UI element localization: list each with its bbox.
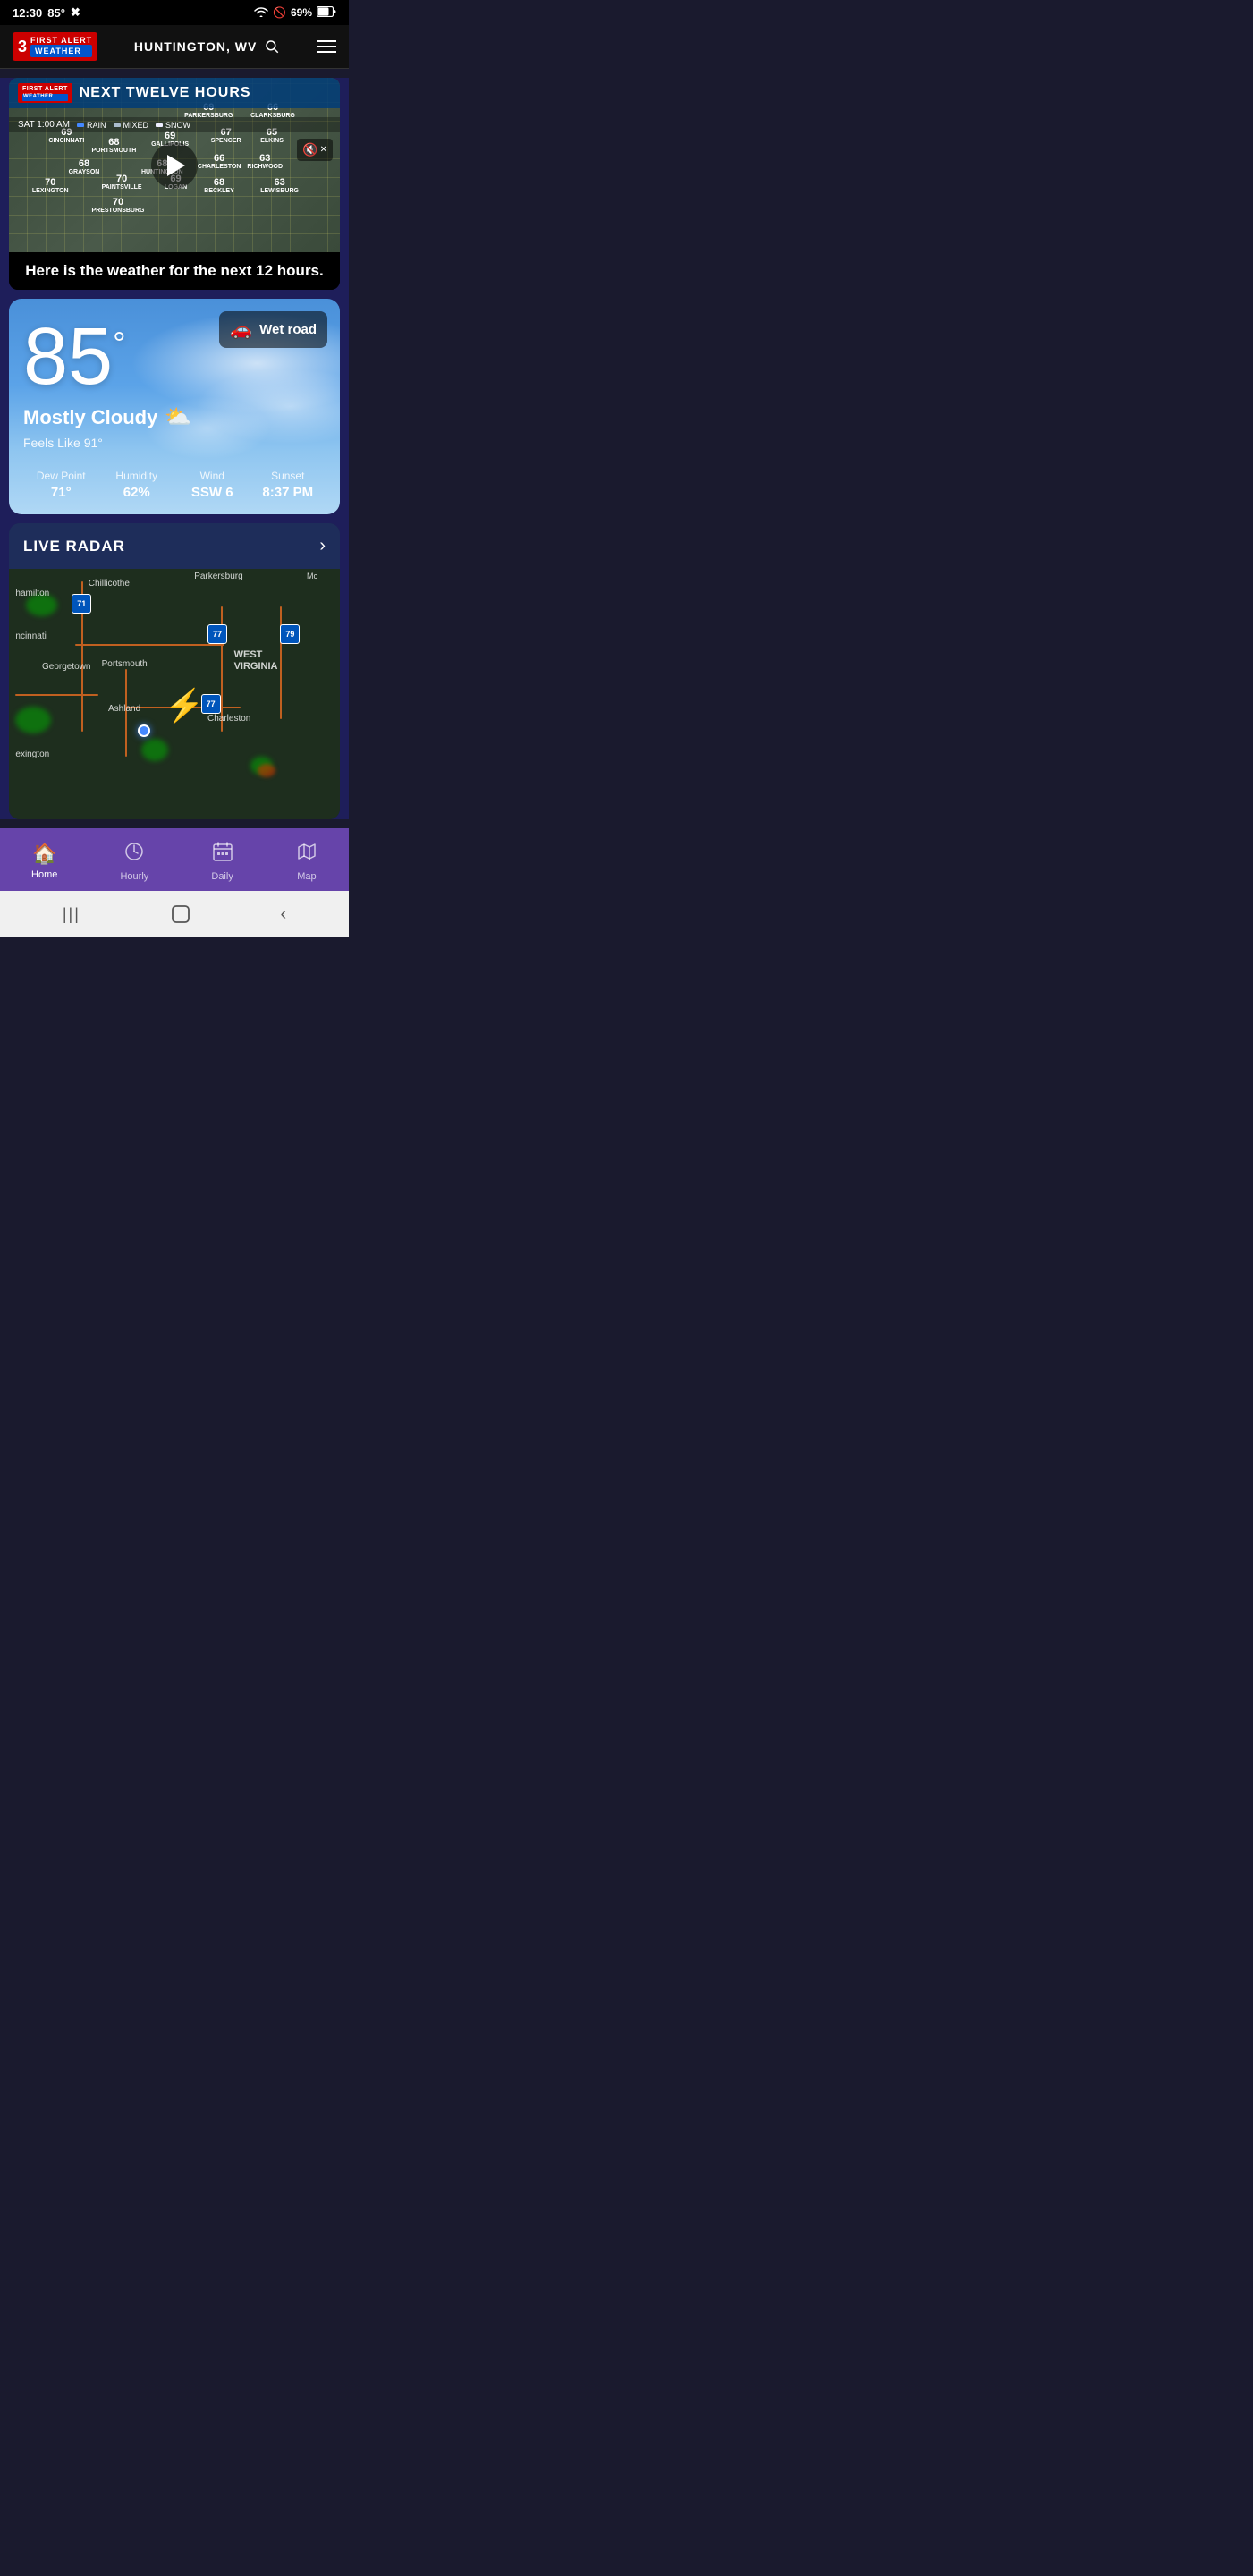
nav-hourly[interactable]: Hourly	[109, 837, 159, 886]
radar-chevron: ›	[319, 536, 326, 556]
road-h3	[15, 694, 98, 696]
rain-legend-dot	[77, 123, 84, 127]
nav-home[interactable]: 🏠 Home	[21, 839, 68, 884]
wifi-icon	[254, 6, 268, 20]
mute-icon: 🔇	[302, 142, 317, 157]
radar-section: LIVE RADAR › hamilton Chillicothe Parker…	[9, 523, 340, 819]
system-nav: ||| ‹	[0, 891, 349, 937]
city-beckley: 68 BECKLEY	[204, 177, 233, 194]
city-paintsville: 70 PAINTSVILLE	[102, 174, 142, 191]
nav-daily[interactable]: Daily	[200, 837, 243, 886]
wet-road-text: Wet road	[259, 322, 317, 337]
city-lexington: 70 LEXINGTON	[32, 177, 69, 194]
wet-road-icon: 🚗	[230, 318, 252, 341]
city-lewisburg: 63 LEWISBURG	[260, 177, 299, 194]
radar-city-georgetown: Georgetown	[42, 662, 90, 672]
video-section: 69 CINCINNATI 69 PARKERSBURG 66 CLARKSBU…	[9, 78, 340, 290]
battery-icon	[317, 6, 336, 20]
radar-city-mc: Mc	[307, 572, 317, 580]
logo-number: 3	[18, 38, 27, 56]
bottom-nav: 🏠 Home Hourly Daily	[0, 828, 349, 891]
lightning-icon: ⚡	[165, 687, 205, 724]
hourly-label: Hourly	[120, 871, 148, 882]
road-horizontal1	[75, 644, 224, 646]
logo-first-alert: FIRST ALERT	[30, 36, 92, 45]
daily-label: Daily	[211, 871, 233, 882]
main-content: 69 CINCINNATI 69 PARKERSBURG 66 CLARKSBU…	[0, 78, 349, 819]
snow-legend-dot	[156, 123, 163, 127]
video-title: NEXT TWELVE HOURS	[80, 85, 251, 101]
status-right: 🚫 69%	[254, 6, 336, 20]
play-button[interactable]	[151, 142, 198, 189]
wet-road-badge: 🚗 Wet road	[219, 311, 327, 348]
logo-box: 3 FIRST ALERT WEATHER	[13, 32, 97, 61]
weather-card: 🚗 Wet road 85 ° Mostly Cloudy ⛅ Feels Li…	[9, 299, 340, 514]
do-not-disturb-icon: 🚫	[273, 6, 286, 19]
radar-city-chillicothe: Chillicothe	[89, 579, 130, 589]
radar-city-wv: WESTVIRGINIA	[234, 649, 278, 673]
mute-button[interactable]: 🔇 ✕	[297, 139, 333, 161]
mute-x: ✕	[320, 145, 327, 155]
radar-city-hamilton: hamilton	[15, 589, 49, 598]
home-icon: 🏠	[32, 843, 56, 866]
city-grayson: 68 GRAYSON	[69, 158, 100, 175]
app-header: 3 FIRST ALERT WEATHER HUNTINGTON, WV	[0, 25, 349, 69]
video-container[interactable]: 69 CINCINNATI 69 PARKERSBURG 66 CLARKSBU…	[9, 78, 340, 252]
city-richwood: 63 RICHWOOD	[247, 153, 283, 170]
video-overlay-top: FIRST ALERT WEATHER NEXT TWELVE HOURS	[9, 78, 340, 108]
nav-map[interactable]: Map	[285, 837, 328, 886]
video-date: SAT 1:00 AM	[18, 120, 70, 130]
video-legend: SAT 1:00 AM RAIN MIXED SNOW	[9, 117, 340, 132]
radar-title: LIVE RADAR	[23, 538, 125, 555]
logo: 3 FIRST ALERT WEATHER	[13, 32, 97, 61]
radar-city-parkersburg: Parkersburg	[194, 572, 242, 581]
rain-label: RAIN	[87, 121, 106, 130]
logo-text: FIRST ALERT WEATHER	[30, 36, 92, 57]
radar-city-portsmouth: Portsmouth	[102, 659, 148, 669]
snow-label: SNOW	[165, 121, 190, 130]
radar-city-ashland: Ashland	[108, 704, 140, 714]
status-time: 12:30	[13, 6, 42, 20]
play-icon	[167, 155, 185, 176]
header-location[interactable]: HUNTINGTON, WV	[134, 38, 280, 55]
battery-percent: 69%	[291, 6, 312, 19]
status-left: 12:30 85° ✖	[13, 5, 80, 20]
search-icon[interactable]	[264, 38, 280, 55]
map-label: Map	[297, 871, 316, 882]
menu-button[interactable]	[317, 40, 336, 53]
radar-city-lexington: exington	[15, 750, 49, 759]
mixed-label: MIXED	[123, 121, 149, 130]
radar-city-cincinnati: ncinnati	[15, 631, 46, 641]
recent-apps-button[interactable]: |||	[63, 905, 80, 924]
city-prestonsburg: 70 PRESTONSBURG	[92, 197, 145, 214]
logo-weather: WEATHER	[30, 45, 92, 57]
map-icon	[296, 841, 317, 868]
back-button[interactable]: ‹	[280, 904, 286, 925]
radar-header[interactable]: LIVE RADAR ›	[9, 523, 340, 569]
status-bar: 12:30 85° ✖ 🚫 69%	[0, 0, 349, 25]
radar-map[interactable]: hamilton Chillicothe Parkersburg ncinnat…	[9, 569, 340, 819]
hourly-icon	[123, 841, 145, 868]
radar-city-charleston: Charleston	[207, 714, 250, 724]
interstate-79: 79	[280, 624, 300, 644]
interstate-71: 71	[72, 594, 91, 614]
home-button[interactable]	[170, 903, 191, 925]
interstate-77-north: 77	[207, 624, 227, 644]
city-portsmouth: 68 PORTSMOUTH	[92, 137, 137, 154]
status-app-icon: ✖	[71, 5, 80, 20]
daily-icon	[212, 841, 233, 868]
mixed-legend-dot	[114, 123, 121, 127]
location-dot	[138, 724, 150, 737]
status-temp: 85°	[47, 6, 65, 20]
first-alert-badge: FIRST ALERT WEATHER	[18, 83, 72, 103]
home-label: Home	[31, 869, 57, 880]
location-text: HUNTINGTON, WV	[134, 39, 257, 54]
video-caption: Here is the weather for the next 12 hour…	[9, 252, 340, 290]
city-charleston: 66 CHARLESTON	[198, 153, 241, 170]
